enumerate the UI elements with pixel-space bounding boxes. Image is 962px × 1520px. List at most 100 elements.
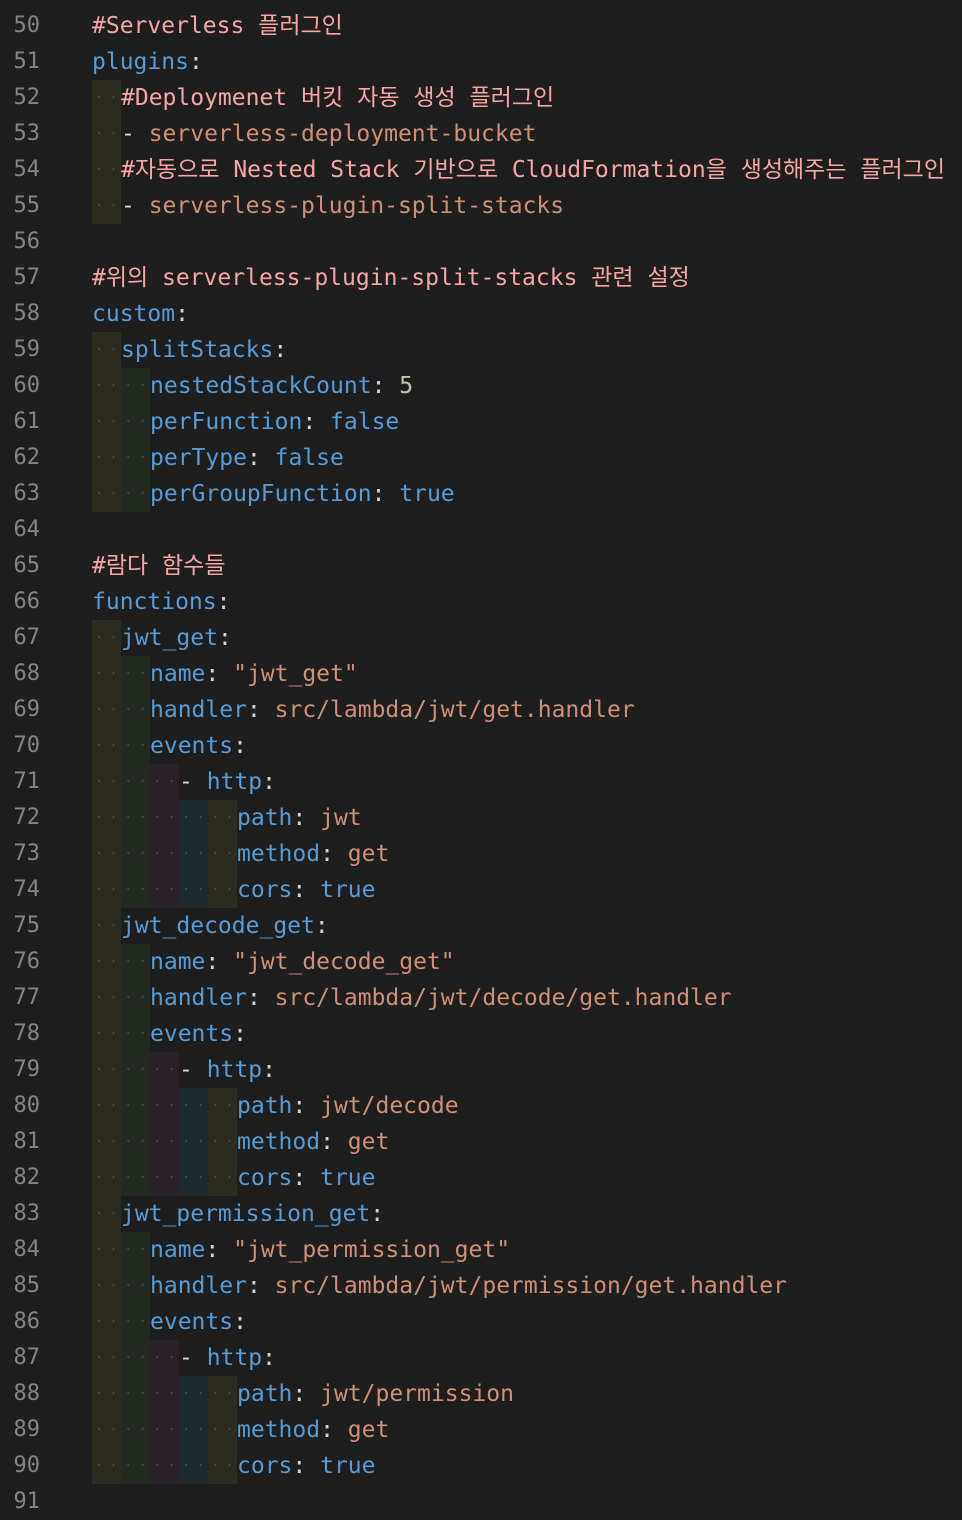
code-line[interactable]: 76 ·· ·· name: "jwt_decode_get" [0,944,962,980]
line-number: 81 [13,1129,41,1154]
code-line[interactable]: 77 ·· ·· handler: src/lambda/jwt/decode/get… [0,980,962,1016]
code-line[interactable]: 59 ·· splitStacks: [0,332,962,368]
code-line[interactable]: 90 ·· ·· ·· ·· ·· cors: true [0,1448,962,1484]
line-number: 89 [13,1417,41,1442]
yaml-key: perFunction [150,409,303,435]
yaml-comment: #자동으로 Nested Stack 기반으로 CloudFormation을 … [121,157,945,183]
yaml-string: get [347,1129,390,1155]
code-line[interactable]: 75 ·· jwt_decode_get: [0,908,962,944]
code-line[interactable]: 61 ·· ·· perFunction: false [0,404,962,440]
code-line[interactable]: 71 ·· ·· ·· - http: [0,764,962,800]
yaml-colon: : [273,337,288,363]
code-line[interactable]: 79 ·· ·· ·· - http: [0,1052,962,1088]
yaml-string: "jwt_decode_get" [233,949,455,975]
code-line[interactable]: 83 ·· jwt_permission_get: [0,1196,962,1232]
indent-guide: ·· [92,980,121,1016]
code-line[interactable]: 70 ·· ·· events: [0,728,962,764]
code-line[interactable]: 63 ·· ·· perGroupFunction: true [0,476,962,512]
line-number: 63 [13,481,41,506]
indent-guide: ·· [121,476,150,512]
code-line[interactable]: 56 [0,224,962,260]
yaml-colon: : [246,1273,275,1299]
code-line[interactable]: 57 #위의 serverless-plugin-split-stacks 관련 … [0,260,962,296]
code-line[interactable]: 89 ·· ·· ·· ·· ·· method: get [0,1412,962,1448]
code-line[interactable]: 80 ·· ·· ·· ·· ·· path: jwt/decode [0,1088,962,1124]
line-number: 67 [13,625,41,650]
code-line[interactable]: 60 ·· ·· nestedStackCount: 5 [0,368,962,404]
line-number: 70 [13,733,41,758]
code-line[interactable]: 58 custom: [0,296,962,332]
yaml-key: path [237,805,293,831]
code-text: perFunction: false [150,404,399,440]
code-line[interactable]: 72 ·· ·· ·· ·· ·· path: jwt [0,800,962,836]
code-line[interactable]: 67 ·· jwt_get: [0,620,962,656]
yaml-colon: : [292,1165,321,1191]
code-text: name: "jwt_get" [150,656,358,692]
code-line[interactable]: 85 ·· ·· handler: src/lambda/jwt/permission… [0,1268,962,1304]
line-number: 53 [13,121,41,146]
indent-guide: ·· [121,728,150,764]
code-line[interactable]: 64 [0,512,962,548]
indent-guide: ·· [121,1268,150,1304]
line-number: 79 [13,1057,41,1082]
code-line[interactable]: 91 [0,1484,962,1520]
code-line[interactable]: 52 ·· #Deploymenet 버킷 자동 생성 플러그인 [0,80,962,116]
yaml-boolean: true [320,1165,376,1191]
indent-guide: ·· [92,800,121,836]
indent-guide: ·· [92,728,121,764]
indent-guide: ·· [92,1268,121,1304]
indent-guide: ·· [179,1448,208,1484]
yaml-colon: : [246,445,275,471]
yaml-string: src/lambda/jwt/get.handler [274,697,635,723]
code-line[interactable]: 69 ·· ·· handler: src/lambda/jwt/get.handle… [0,692,962,728]
code-line[interactable]: 86 ·· ·· events: [0,1304,962,1340]
yaml-key: custom [92,301,176,327]
code-text: perGroupFunction: true [150,476,455,512]
line-number: 91 [13,1489,41,1514]
code-line[interactable]: 81 ·· ·· ·· ·· ·· method: get [0,1124,962,1160]
code-editor[interactable]: 50 #Serverless 플러그인 51 plugins: 52 ·· #Deploym… [0,8,962,1520]
indent-guide: ·· [208,1088,237,1124]
yaml-colon: : [262,769,276,795]
code-line[interactable]: 65 #람다 함수들 [0,548,962,584]
code-text: #위의 serverless-plugin-split-stacks 관련 설정 [92,260,690,296]
code-line[interactable]: 82 ·· ·· ·· ·· ·· cors: true [0,1160,962,1196]
indent-guide: ·· [121,1232,150,1268]
indent-guide: ·· [121,1016,150,1052]
line-number: 66 [13,589,41,614]
code-line[interactable]: 68 ·· ·· name: "jwt_get" [0,656,962,692]
code-line[interactable]: 74 ·· ·· ·· ·· ·· cors: true [0,872,962,908]
line-number: 72 [13,805,41,830]
code-line[interactable]: 50 #Serverless 플러그인 [0,8,962,44]
line-number: 56 [13,229,41,254]
code-line[interactable]: 66 functions: [0,584,962,620]
indent-guide: ·· [179,836,208,872]
code-line[interactable]: 55 ·· - serverless-plugin-split-stacks [0,188,962,224]
line-number: 80 [13,1093,41,1118]
code-line[interactable]: 87 ·· ·· ·· - http: [0,1340,962,1376]
indent-guide: ·· [92,476,121,512]
yaml-string: get [347,841,390,867]
code-line[interactable]: 54 ·· #자동으로 Nested Stack 기반으로 CloudFormati… [0,152,962,188]
code-line[interactable]: 73 ·· ·· ·· ·· ·· method: get [0,836,962,872]
yaml-key: events [150,733,234,759]
code-line[interactable]: 62 ·· ·· perType: false [0,440,962,476]
code-line[interactable]: 88 ·· ·· ·· ·· ·· path: jwt/permission [0,1376,962,1412]
indent-guide: ·· [92,620,121,656]
yaml-string: "jwt_permission_get" [233,1237,511,1263]
code-text: events: [150,1016,247,1052]
yaml-key: splitStacks [121,337,274,363]
indent-guide: ·· [121,872,150,908]
line-number: 87 [13,1345,41,1370]
indent-guide: ·· [92,1196,121,1232]
code-line[interactable]: 53 ·· - serverless-deployment-bucket [0,116,962,152]
code-line[interactable]: 51 plugins: [0,44,962,80]
code-line[interactable]: 78 ·· ·· events: [0,1016,962,1052]
indent-guide: ·· [121,1412,150,1448]
yaml-colon: : [292,1381,321,1407]
indent-guide: ·· [92,1304,121,1340]
code-line[interactable]: 84 ·· ·· name: "jwt_permission_get" [0,1232,962,1268]
yaml-key: cors [237,1453,293,1479]
code-text: - http: [179,1340,276,1376]
line-number: 54 [13,157,41,182]
